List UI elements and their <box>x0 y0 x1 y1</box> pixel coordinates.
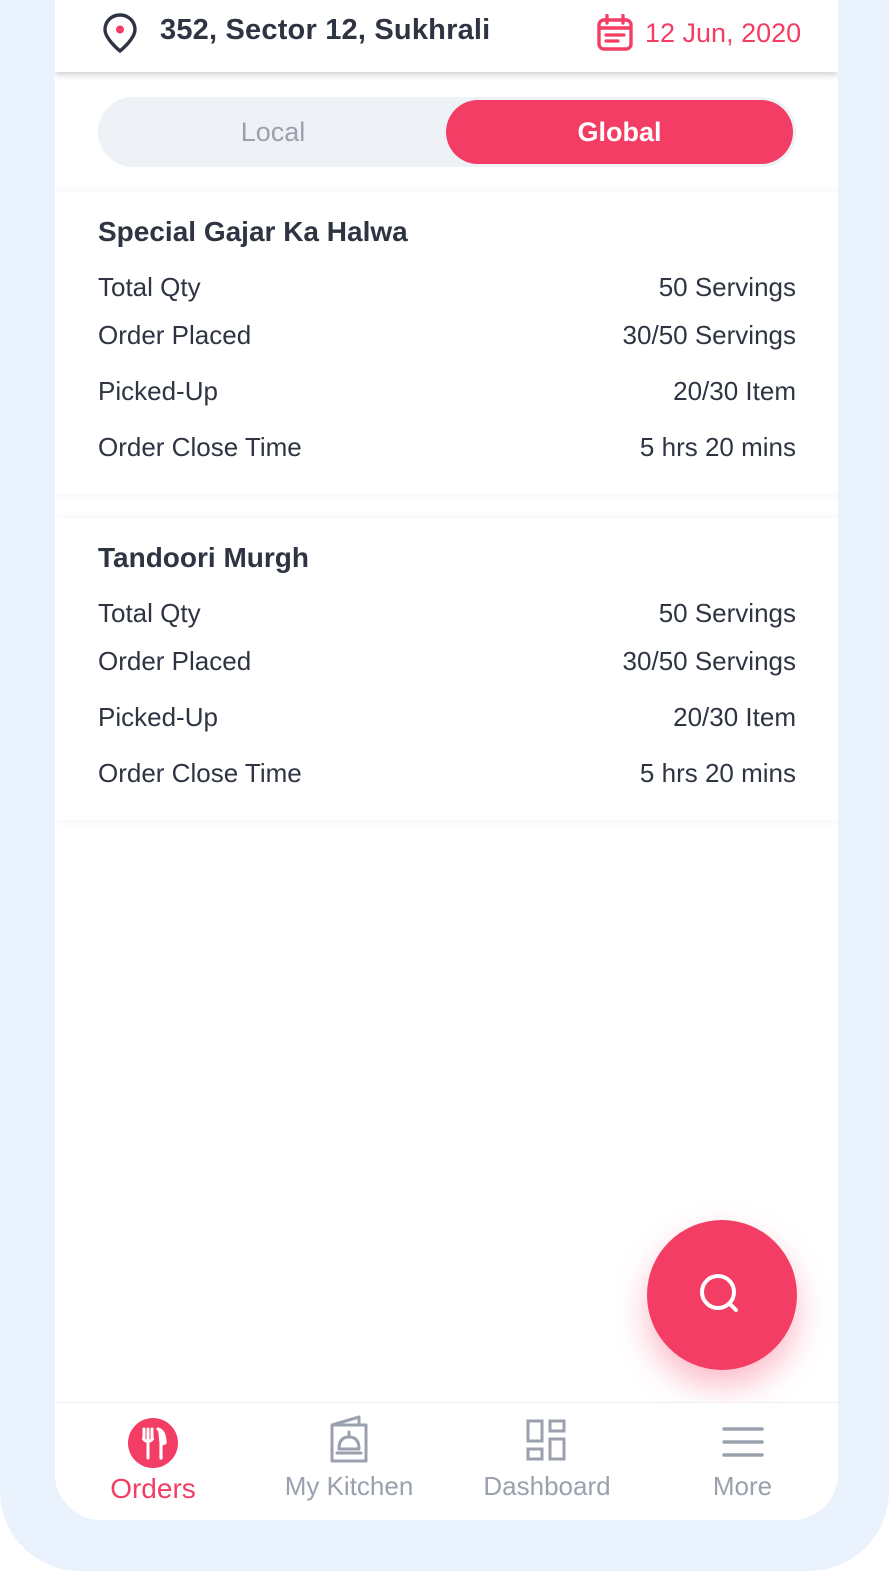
fork-knife-icon <box>128 1418 178 1468</box>
order-card[interactable]: Special Gajar Ka Halwa Total Qty 50 Serv… <box>55 192 838 494</box>
total-qty-value: 50 Servings <box>658 272 796 302</box>
calendar-icon[interactable] <box>596 14 634 52</box>
total-qty-label: Total Qty <box>98 272 201 302</box>
location-pin-icon[interactable] <box>101 12 139 54</box>
nav-label-orders: Orders <box>110 1473 196 1504</box>
order-date[interactable]: 12 Jun, 2020 <box>645 18 801 49</box>
search-icon <box>700 1274 738 1312</box>
order-placed-label: Order Placed <box>98 646 252 676</box>
order-card[interactable]: Tandoori Murgh Total Qty 50 Servings Ord… <box>55 518 838 820</box>
device-frame: 352, Sector 12, Sukhrali 12 Jun, 2020 Lo… <box>0 0 889 1571</box>
search-fab-button[interactable] <box>647 1220 797 1370</box>
bottom-navigation: Orders My Kitchen Dashboard More <box>55 1402 838 1520</box>
kitchen-cloche-icon <box>330 1415 368 1463</box>
order-placed-label: Order Placed <box>98 320 252 350</box>
menu-lines-icon <box>721 1427 764 1457</box>
dish-title: Special Gajar Ka Halwa <box>98 216 408 247</box>
dashboard-grid-icon <box>526 1419 566 1461</box>
picked-up-label: Picked-Up <box>98 702 218 732</box>
nav-label-dashboard: Dashboard <box>483 1471 611 1501</box>
order-close-time-value: 5 hrs 20 mins <box>639 432 796 462</box>
picked-up-value: 20/30 Item <box>673 376 796 406</box>
total-qty-label: Total Qty <box>98 598 201 628</box>
nav-item-my-kitchen[interactable]: My Kitchen <box>251 1403 447 1520</box>
order-close-time-label: Order Close Time <box>98 432 302 462</box>
delivery-address[interactable]: 352, Sector 12, Sukhrali <box>160 14 490 47</box>
nav-item-dashboard[interactable]: Dashboard <box>447 1403 647 1520</box>
order-placed-value: 30/50 Servings <box>622 646 796 676</box>
total-qty-value: 50 Servings <box>658 598 796 628</box>
nav-item-more[interactable]: More <box>647 1403 838 1520</box>
nav-label-more: More <box>712 1471 773 1501</box>
top-header: 352, Sector 12, Sukhrali 12 Jun, 2020 <box>55 0 838 72</box>
toggle-local-option[interactable]: Local <box>98 97 448 167</box>
order-placed-value: 30/50 Servings <box>622 320 796 350</box>
nav-item-orders[interactable]: Orders <box>55 1403 251 1520</box>
app-screen: 352, Sector 12, Sukhrali 12 Jun, 2020 Lo… <box>55 0 838 1520</box>
picked-up-label: Picked-Up <box>98 376 218 406</box>
local-global-toggle: Local Global <box>98 97 796 167</box>
order-close-time-label: Order Close Time <box>98 758 302 788</box>
picked-up-value: 20/30 Item <box>673 702 796 732</box>
toggle-global-option[interactable]: Global <box>446 100 793 164</box>
order-close-time-value: 5 hrs 20 mins <box>639 758 796 788</box>
dish-title: Tandoori Murgh <box>98 542 309 573</box>
nav-label-my-kitchen: My Kitchen <box>284 1471 414 1501</box>
